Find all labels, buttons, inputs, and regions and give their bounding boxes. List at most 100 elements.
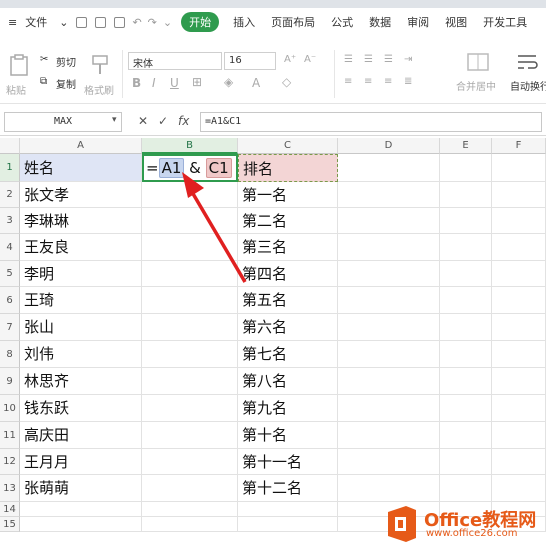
tab-data[interactable]: 数据 <box>361 14 399 30</box>
col-header-d[interactable]: D <box>338 138 440 154</box>
col-header-e[interactable]: E <box>440 138 492 154</box>
align-top-icon[interactable]: ☰ <box>344 54 353 65</box>
tab-review[interactable]: 审阅 <box>399 14 437 30</box>
cell-b7[interactable] <box>142 314 238 341</box>
cell-a11[interactable]: 高庆田 <box>20 422 142 449</box>
cell-c11[interactable]: 第十名 <box>238 422 338 449</box>
format-painter-button[interactable]: 格式刷 <box>84 82 114 97</box>
enter-icon[interactable]: ✓ <box>158 114 168 128</box>
row-header-2[interactable]: 2 <box>0 182 20 208</box>
fill-color-icon[interactable]: ◈ <box>224 75 233 89</box>
tab-page-layout[interactable]: 页面布局 <box>263 14 323 30</box>
cell-f1[interactable] <box>492 154 546 182</box>
undo-icon[interactable]: ↶ <box>129 16 144 29</box>
cell-a9[interactable]: 林思齐 <box>20 368 142 395</box>
cell-a5[interactable]: 李明 <box>20 261 142 287</box>
print-preview-icon[interactable] <box>114 16 126 28</box>
tab-developer[interactable]: 开发工具 <box>475 14 535 30</box>
name-box[interactable]: MAX <box>4 112 122 132</box>
cell-c10[interactable]: 第九名 <box>238 395 338 422</box>
row-header-5[interactable]: 5 <box>0 261 20 287</box>
cell-b15[interactable] <box>142 517 238 532</box>
wrap-text-icon[interactable] <box>516 52 540 72</box>
decrease-font-icon[interactable]: A⁻ <box>304 54 316 65</box>
row-header-6[interactable]: 6 <box>0 287 20 314</box>
cell-d11[interactable] <box>338 422 440 449</box>
tab-formulas[interactable]: 公式 <box>323 14 361 30</box>
cell-a2[interactable]: 张文孝 <box>20 182 142 208</box>
cell-c9[interactable]: 第八名 <box>238 368 338 395</box>
cell-d6[interactable] <box>338 287 440 314</box>
clear-format-icon[interactable]: ◇ <box>282 75 291 89</box>
cell-a6[interactable]: 王琦 <box>20 287 142 314</box>
cell-e4[interactable] <box>440 234 492 261</box>
select-all-corner[interactable] <box>0 138 20 154</box>
cell-c14[interactable] <box>238 502 338 517</box>
cell-f2[interactable] <box>492 182 546 208</box>
merge-center-icon[interactable] <box>466 52 490 72</box>
redo-icon[interactable]: ↷ <box>145 16 160 29</box>
cell-e6[interactable] <box>440 287 492 314</box>
merge-center-button[interactable]: 合并居中 <box>456 78 496 93</box>
cell-d3[interactable] <box>338 208 440 234</box>
cell-b14[interactable] <box>142 502 238 517</box>
cell-e9[interactable] <box>440 368 492 395</box>
fx-icon[interactable]: fx <box>178 114 189 128</box>
cell-e11[interactable] <box>440 422 492 449</box>
cell-e1[interactable] <box>440 154 492 182</box>
underline-icon[interactable]: U <box>170 76 179 90</box>
indent-icon[interactable]: ⇥ <box>404 54 412 65</box>
cell-b11[interactable] <box>142 422 238 449</box>
cell-d5[interactable] <box>338 261 440 287</box>
cell-f9[interactable] <box>492 368 546 395</box>
cell-d8[interactable] <box>338 341 440 368</box>
cell-b6[interactable] <box>142 287 238 314</box>
cell-e5[interactable] <box>440 261 492 287</box>
cell-a8[interactable]: 刘伟 <box>20 341 142 368</box>
cell-c7[interactable]: 第六名 <box>238 314 338 341</box>
cell-b9[interactable] <box>142 368 238 395</box>
print-icon[interactable] <box>95 16 107 28</box>
cell-e13[interactable] <box>440 475 492 502</box>
worksheet-grid[interactable]: ABCDEF 1 2 3 4 5 6 7 8 9 10 11 12 13 14 15 姓名 排名 张文孝 第一名李… <box>0 138 546 534</box>
format-painter-icon[interactable] <box>90 54 110 76</box>
cell-c8[interactable]: 第七名 <box>238 341 338 368</box>
paste-icon[interactable] <box>8 54 30 76</box>
cut-button[interactable]: 剪切 <box>56 54 76 69</box>
copy-icon[interactable]: ⧉ <box>40 76 47 87</box>
cell-f4[interactable] <box>492 234 546 261</box>
cell-d12[interactable] <box>338 449 440 475</box>
cell-a12[interactable]: 王月月 <box>20 449 142 475</box>
cell-f3[interactable] <box>492 208 546 234</box>
cell-f13[interactable] <box>492 475 546 502</box>
save-icon[interactable] <box>76 16 88 28</box>
bold-icon[interactable]: B <box>132 76 141 90</box>
cell-d10[interactable] <box>338 395 440 422</box>
menu-file[interactable]: 文件 <box>25 14 55 30</box>
row-header-3[interactable]: 3 <box>0 208 20 234</box>
cell-b13[interactable] <box>142 475 238 502</box>
align-left-icon[interactable]: ≡ <box>344 76 352 87</box>
italic-icon[interactable]: I <box>152 76 156 90</box>
row-header-13[interactable]: 13 <box>0 475 20 502</box>
border-icon[interactable]: ⊞ <box>192 75 202 89</box>
cell-b8[interactable] <box>142 341 238 368</box>
cell-e10[interactable] <box>440 395 492 422</box>
align-bottom-icon[interactable]: ☰ <box>384 54 393 65</box>
cell-b10[interactable] <box>142 395 238 422</box>
cell-a7[interactable]: 张山 <box>20 314 142 341</box>
cancel-icon[interactable]: ✕ <box>138 114 148 128</box>
hamburger-icon[interactable]: ≡ <box>0 16 25 29</box>
cell-c12[interactable]: 第十一名 <box>238 449 338 475</box>
row-header-14[interactable]: 14 <box>0 502 20 517</box>
col-header-f[interactable]: F <box>492 138 546 154</box>
cut-icon[interactable]: ✂ <box>40 54 48 65</box>
align-right-icon[interactable]: ≡ <box>384 76 392 87</box>
cell-e12[interactable] <box>440 449 492 475</box>
justify-icon[interactable]: ≣ <box>404 76 412 87</box>
cell-f8[interactable] <box>492 341 546 368</box>
row-header-4[interactable]: 4 <box>0 234 20 261</box>
col-header-b[interactable]: B <box>142 138 238 154</box>
cell-d4[interactable] <box>338 234 440 261</box>
col-header-c[interactable]: C <box>238 138 338 154</box>
